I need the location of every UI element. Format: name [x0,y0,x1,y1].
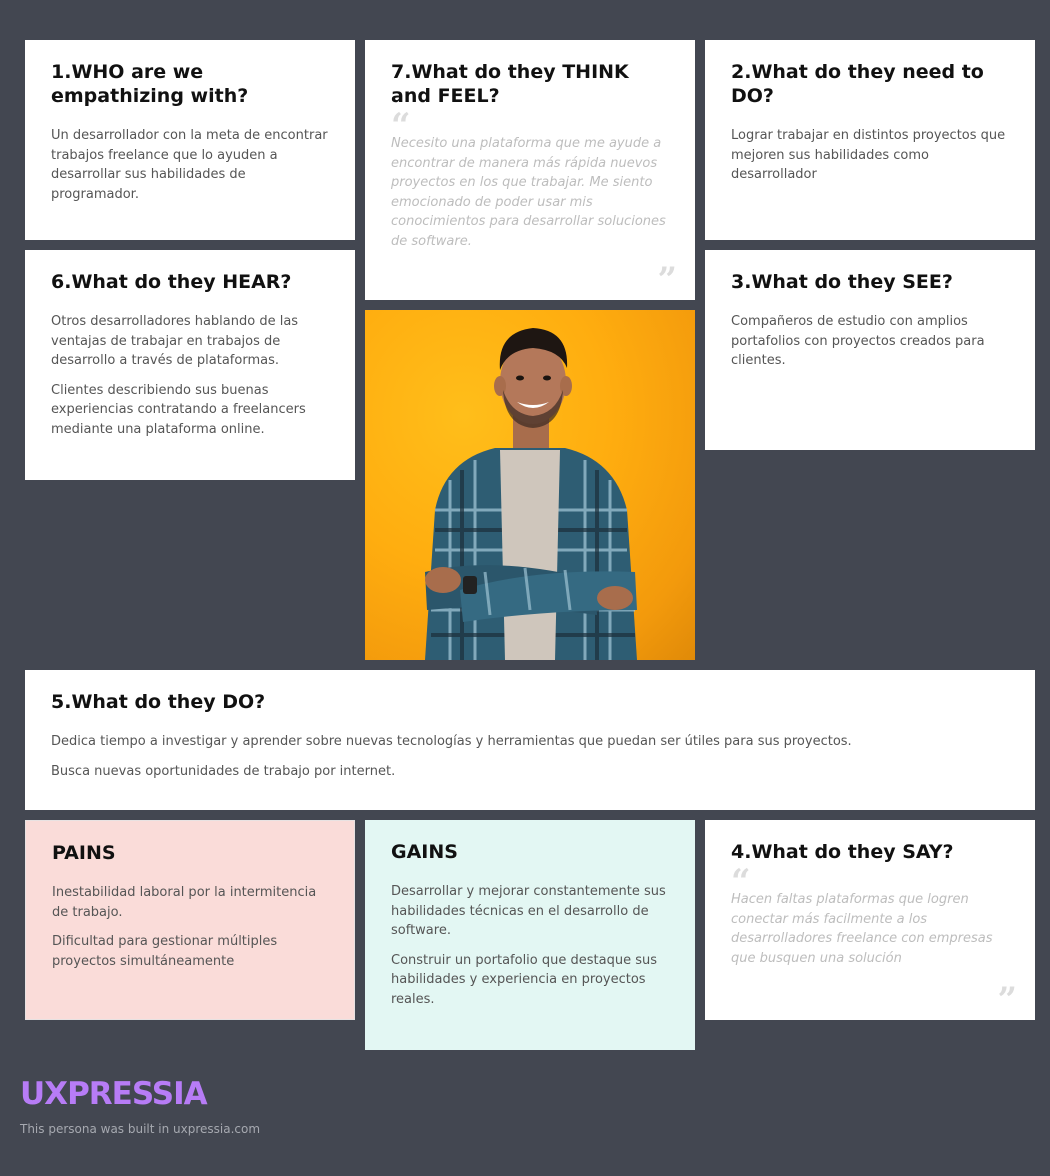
hear-item: Clientes describiendo sus buenas experie… [51,382,306,437]
see-title: 3.What do they SEE? [731,271,953,293]
need-to-do-text: Lograr trabajar en distintos proyectos q… [731,128,1006,182]
open-quote-icon: “ [391,106,411,146]
persona-photo [365,310,695,660]
footer-text: This persona was built in uxpressia.com [20,1122,261,1136]
gains-card: GAINS Desarrollar y mejorar constantemen… [365,820,695,1050]
say-title: 4.What do they SAY? [731,841,954,863]
who-card: 1.WHO are we empathizing with? Un desarr… [25,40,355,240]
gains-title: GAINS [391,841,458,863]
do-card: 5.What do they DO? Dedica tiempo a inves… [25,670,1035,810]
think-feel-title: 7.What do they THINK and FEEL? [391,61,629,107]
see-text: Compañeros de estudio con amplios portaf… [731,314,985,368]
who-text: Un desarrollador con la meta de encontra… [51,128,328,202]
pains-item: Dificultad para gestionar múltiples proy… [52,934,278,969]
see-card: 3.What do they SEE? Compañeros de estudi… [705,250,1035,450]
need-to-do-title: 2.What do they need to DO? [731,61,984,107]
persona-page: 1.WHO are we empathizing with? Un desarr… [0,0,1050,1176]
do-item: Busca nuevas oportunidades de trabajo po… [51,763,396,779]
do-title: 5.What do they DO? [51,691,266,713]
close-quote-icon: ” [997,980,1017,1020]
pains-card: PAINS Inestabilidad laboral por la inter… [25,820,355,1020]
persona-illustration [425,328,637,660]
need-to-do-card: 2.What do they need to DO? Lograr trabaj… [705,40,1035,240]
think-feel-quote: Necesito una plataforma que me ayude a e… [391,136,666,249]
hear-title: 6.What do they HEAR? [51,271,292,293]
gains-item: Construir un portafolio que destaque sus… [391,952,657,1007]
open-quote-icon: “ [731,862,751,902]
pains-title: PAINS [52,842,116,864]
uxpressia-logo[interactable]: UXPRESSIA [20,1076,208,1112]
think-feel-card: 7.What do they THINK and FEEL? “ Necesit… [365,40,695,300]
say-card: 4.What do they SAY? “ Hacen faltas plata… [705,820,1035,1020]
do-item: Dedica tiempo a investigar y aprender so… [51,734,852,749]
pains-item: Inestabilidad laboral por la intermitenc… [52,885,317,920]
say-quote: Hacen faltas plataformas que logren cone… [731,892,993,966]
who-title: 1.WHO are we empathizing with? [51,61,249,107]
hear-item: Otros desarrolladores hablando de las ve… [51,314,299,368]
close-quote-icon: ” [657,260,677,300]
hear-card: 6.What do they HEAR? Otros desarrollador… [25,250,355,480]
gains-item: Desarrollar y mejorar constantemente sus… [391,884,666,938]
